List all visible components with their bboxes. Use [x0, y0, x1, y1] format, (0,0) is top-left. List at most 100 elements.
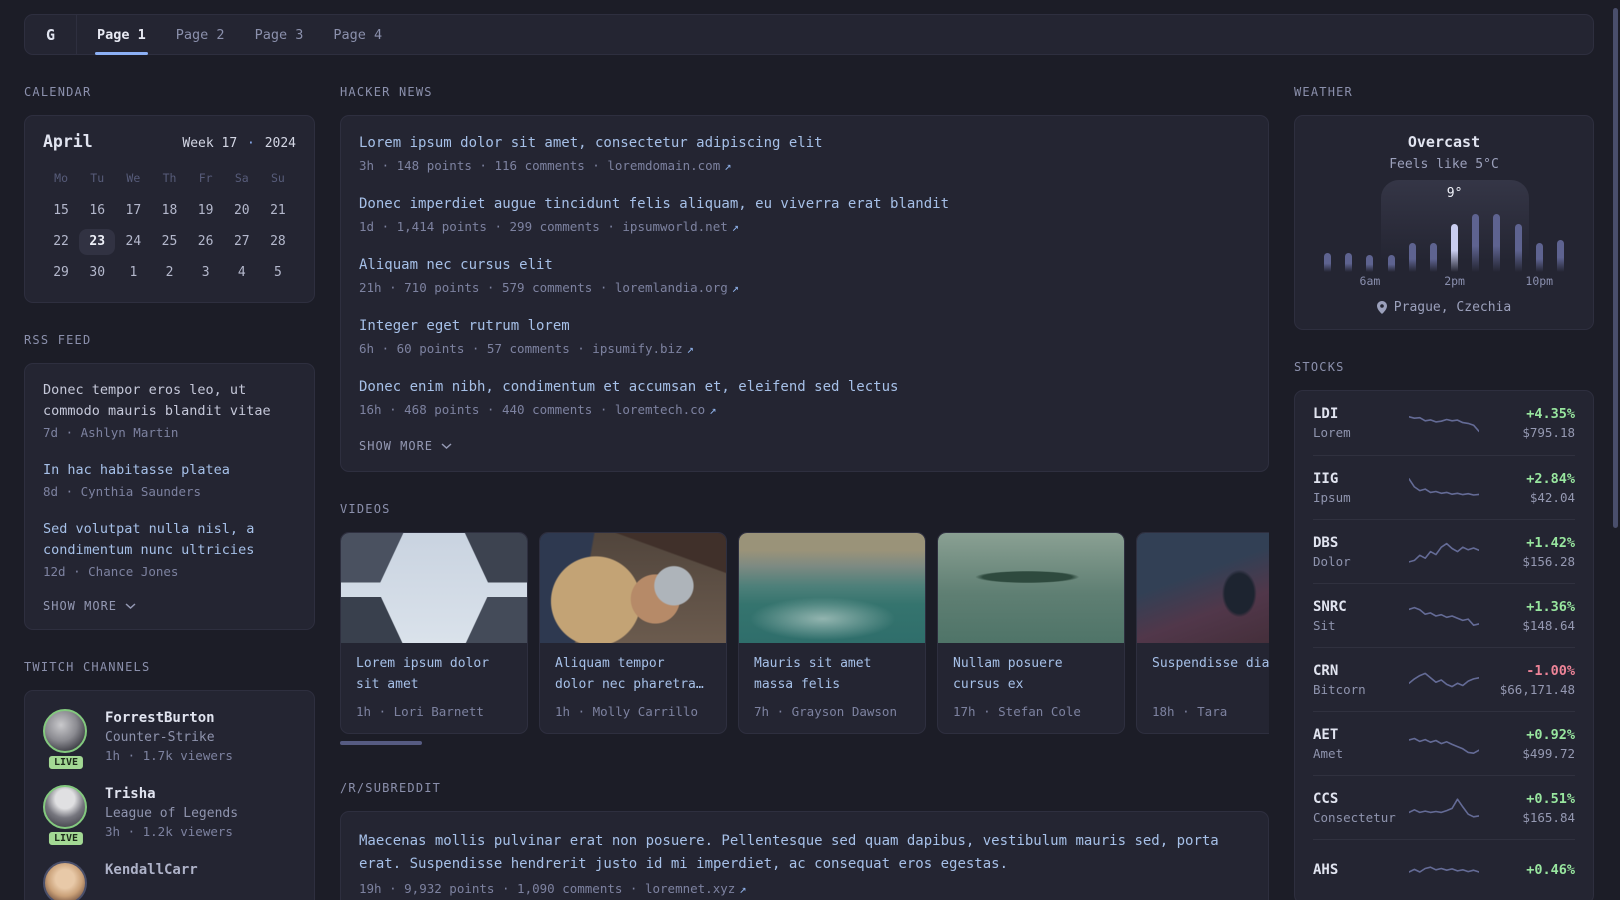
calendar-day: 27: [233, 234, 250, 249]
weather-time-label: 6am: [1359, 274, 1381, 288]
show-more-label: SHOW MORE: [43, 599, 118, 613]
stock-symbol: CRN: [1313, 662, 1339, 679]
stock-row[interactable]: AET Amet +0.92% $499.72: [1313, 711, 1575, 775]
external-link-icon[interactable]: ↗: [724, 159, 731, 173]
external-link-icon[interactable]: ↗: [687, 342, 694, 356]
page-tab[interactable]: Page 1: [95, 15, 148, 55]
video-card[interactable]: Suspendisse diam 18h · Tara: [1136, 532, 1269, 734]
subreddit-post-title[interactable]: Maecenas mollis pulvinar erat non posuer…: [359, 830, 1250, 876]
weather-bar: [1493, 214, 1501, 272]
weekday-label: We: [126, 171, 141, 185]
hackernews-item: Lorem ipsum dolor sit amet, consectetur …: [359, 134, 1250, 173]
stock-price: $156.28: [1522, 553, 1575, 569]
video-card[interactable]: Mauris sit amet massa felis 7h · Grayson…: [738, 532, 926, 734]
stock-row[interactable]: CRN Bitcorn -1.00% $66,171.48: [1313, 647, 1575, 711]
rss-item-title[interactable]: Sed volutpat nulla nisl, a condimentum n…: [43, 519, 296, 561]
rss-item-title[interactable]: Donec tempor eros leo, ut commodo mauris…: [43, 380, 296, 422]
hackernews-item: Integer eget rutrum lorem 6h · 60 points…: [359, 317, 1250, 356]
rss-item-meta: 7d · Ashlyn Martin: [43, 425, 179, 440]
external-link-icon[interactable]: ↗: [709, 403, 716, 417]
stock-sparkline: [1409, 737, 1479, 754]
external-link-icon[interactable]: ↗: [732, 281, 739, 295]
stock-row[interactable]: LDI Lorem +4.35% $795.18: [1313, 391, 1575, 455]
app-logo[interactable]: G: [25, 15, 76, 54]
external-link-icon[interactable]: ↗: [739, 882, 746, 896]
hackernews-show-more-button[interactable]: SHOW MORE: [359, 439, 452, 453]
hackernews-item-title[interactable]: Donec imperdiet augue tincidunt felis al…: [359, 195, 1250, 214]
twitch-channel-row[interactable]: LIVE Trisha League of Legends 3h · 1.2k …: [43, 785, 296, 847]
weather-bar-slot: [1423, 243, 1444, 272]
weather-feels-like: Feels like 5°C: [1389, 157, 1499, 172]
twitch-widget: LIVE ForrestBurton Counter-Strike 1h · 1…: [24, 690, 315, 900]
page-scrollbar-thumb[interactable]: [1613, 8, 1618, 528]
video-card[interactable]: Nullam posuere cursus ex 17h · Stefan Co…: [937, 532, 1125, 734]
hackernews-item-title[interactable]: Integer eget rutrum lorem: [359, 317, 1250, 336]
calendar-day: 1: [129, 265, 138, 280]
stock-row[interactable]: CCS Consectetur +0.51% $165.84: [1313, 775, 1575, 839]
video-title[interactable]: Lorem ipsum dolor sit amet consectetu…: [356, 653, 512, 695]
stock-values: +0.46%: [1479, 862, 1575, 881]
subreddit-post: Maecenas mollis pulvinar erat non posuer…: [359, 830, 1250, 896]
left-column: CALENDAR April Week 17 · 2024 Mo Tu We Th Fr…: [24, 85, 315, 900]
video-meta: 1h · Molly Carrillo: [555, 704, 698, 719]
video-card[interactable]: Aliquam tempor dolor nec pharetra… 1h · …: [539, 532, 727, 734]
video-card[interactable]: Lorem ipsum dolor sit amet consectetu… 1…: [340, 532, 528, 734]
stock-sparkline: [1409, 672, 1479, 687]
stock-name: Lorem: [1313, 425, 1351, 440]
stock-row[interactable]: AHS +0.46%: [1313, 839, 1575, 900]
video-title[interactable]: Mauris sit amet massa felis: [754, 653, 910, 695]
subreddit-widget: Maecenas mollis pulvinar erat non posuer…: [340, 811, 1269, 900]
stock-price: $795.18: [1522, 425, 1575, 440]
stocks-widget: LDI Lorem +4.35% $795.18 IIG Ipsum +2.84…: [1294, 390, 1594, 900]
stock-symbol: LDI: [1313, 406, 1339, 422]
hackernews-item-title[interactable]: Donec enim nibh, condimentum et accumsan…: [359, 378, 1250, 397]
stock-row[interactable]: DBS Dolor +1.42% $156.28: [1313, 519, 1575, 583]
stock-name: Consectetur: [1313, 809, 1396, 825]
stock-change: +1.36%: [1526, 598, 1575, 615]
hackernews-item-title[interactable]: Lorem ipsum dolor sit amet, consectetur …: [359, 134, 1250, 153]
stock-identity: AET Amet: [1313, 727, 1409, 761]
stock-symbol: IIG: [1313, 470, 1339, 487]
live-badge: LIVE: [46, 830, 86, 847]
external-link-icon[interactable]: ↗: [732, 220, 739, 234]
hackernews-item-title[interactable]: Aliquam nec cursus elit: [359, 256, 1250, 275]
calendar-day: 29: [53, 265, 69, 280]
channel-info: Trisha League of Legends 3h · 1.2k viewe…: [105, 785, 238, 839]
stocks-header: STOCKS: [1294, 360, 1345, 374]
stock-symbol: CCS: [1313, 790, 1339, 807]
weather-time-label: 2pm: [1444, 274, 1465, 288]
calendar-day: 26: [197, 234, 214, 249]
hackernews-item: Aliquam nec cursus elit 21h · 710 points…: [359, 256, 1250, 295]
video-title[interactable]: Suspendisse diam: [1152, 653, 1269, 695]
meta-text: 3h · 148 points · 116 comments · loremdo…: [359, 158, 721, 173]
stock-symbol: AHS: [1313, 862, 1339, 878]
stock-identity: LDI Lorem: [1313, 406, 1409, 440]
weekday-label: Th: [162, 171, 177, 185]
weather-bar-slot: [1550, 240, 1571, 272]
calendar-section: CALENDAR April Week 17 · 2024 Mo Tu We Th Fr…: [24, 85, 315, 303]
weather-bar-slot: [1444, 224, 1465, 272]
weather-bar-slot: [1317, 252, 1338, 272]
weekday-label: Su: [270, 171, 285, 185]
weather-header: WEATHER: [1294, 85, 1353, 99]
stock-change: +0.51%: [1526, 790, 1575, 807]
weather-bar: [1345, 252, 1353, 272]
page-tab[interactable]: Page 4: [331, 15, 384, 54]
meta-text: 16h · 468 points · 440 comments · loremt…: [359, 402, 706, 417]
stock-row[interactable]: IIG Ipsum +2.84% $42.04: [1313, 455, 1575, 519]
stock-values: +1.36% $148.64: [1479, 599, 1575, 633]
rss-show-more-button[interactable]: SHOW MORE: [43, 599, 136, 613]
page-tab[interactable]: Page 2: [174, 15, 227, 54]
carousel-scrollbar-thumb[interactable]: [340, 741, 422, 745]
meta-text: 21h · 710 points · 579 comments · loreml…: [359, 280, 728, 295]
stock-sparkline: [1409, 797, 1479, 818]
twitch-channel-row[interactable]: KendallCarr: [43, 861, 296, 900]
subreddit-section: /R/SUBREDDIT Maecenas mollis pulvinar er…: [340, 781, 1269, 900]
stock-row[interactable]: SNRC Sit +1.36% $148.64: [1313, 583, 1575, 647]
video-title[interactable]: Aliquam tempor dolor nec pharetra…: [555, 653, 711, 695]
twitch-header: TWITCH CHANNELS: [24, 660, 151, 674]
page-tab[interactable]: Page 3: [253, 15, 306, 54]
video-title[interactable]: Nullam posuere cursus ex: [953, 653, 1109, 695]
rss-item-title[interactable]: In hac habitasse platea: [43, 460, 296, 481]
twitch-channel-row[interactable]: LIVE ForrestBurton Counter-Strike 1h · 1…: [43, 709, 296, 771]
